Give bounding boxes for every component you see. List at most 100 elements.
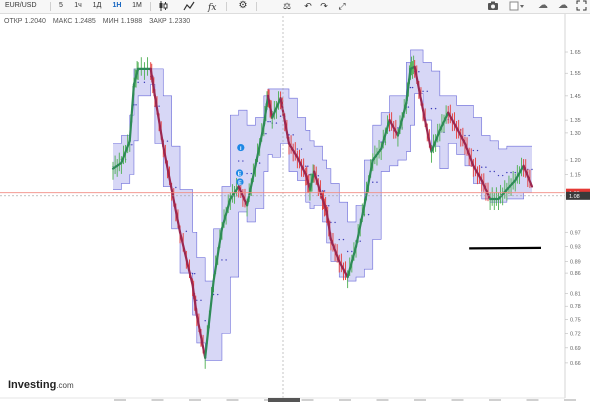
line-chart-icon[interactable] [182,0,196,13]
toolbar-divider [50,2,51,11]
midline-dot [194,272,196,275]
midline-dot [200,299,202,302]
midline-dot [464,134,466,137]
expand-icon[interactable]: ⤢ [336,0,348,13]
y-tick-label: 0.86 [570,271,581,277]
y-tick-label: 0.89 [570,259,581,265]
logo-suffix: .com [56,381,74,390]
price-chart[interactable]: iEE1.651.551.451.351.301.201.151.091.080… [0,14,590,402]
x-tick-label-placeholder [151,399,164,401]
crosshair-time-tag [268,398,300,402]
midline-dot [493,170,495,173]
midline-dot [481,166,483,168]
color-icon[interactable] [508,0,526,13]
midline-dot [411,86,414,89]
midline-dot [342,238,345,241]
midline-dot [305,165,307,167]
event-marker-label: E [238,180,242,186]
y-tick-label: 0.78 [570,304,581,310]
midline-dot [246,172,248,175]
midline-dot [300,148,303,150]
midline-dot [196,299,198,302]
midline-dot [292,134,294,136]
y-tick-label: 0.72 [570,331,581,337]
midline-dot [497,174,500,177]
midline-dot [317,175,320,177]
midline-dot [489,170,491,173]
camera-icon[interactable] [486,0,500,13]
midline-dot [250,172,252,175]
x-tick-label-placeholder [339,399,351,401]
midline-dot [191,272,194,275]
midline-dot [334,221,336,224]
toolbar-divider [256,2,257,11]
svg-text:fx: fx [207,3,216,12]
midline-dot [510,171,512,174]
midline-dot [225,259,227,261]
interval-1h-button[interactable]: 1ч [70,0,86,13]
y-tick-label: 1.35 [570,118,581,124]
y-tick-label: 0.93 [570,245,581,251]
x-tick-label-placeholder [114,399,126,401]
y-tick-label: 0.69 [570,346,581,352]
candles-icon[interactable] [156,0,170,13]
y-tick-label: 0.81 [570,291,581,297]
x-tick-label-placeholder [564,399,576,401]
y-tick-label: 0.66 [570,361,581,367]
midline-dot [309,174,311,176]
midline-dot [501,174,504,177]
midline-dot [407,106,410,108]
annotation-line [469,246,542,250]
y-tick-label: 1.55 [570,71,581,77]
event-marker-label: E [238,171,242,177]
symbol-selector[interactable]: EUR/USD [3,0,49,13]
scales-icon[interactable]: ⚖ [280,0,294,13]
midline-dot [131,144,133,146]
x-tick-label-placeholder [226,399,239,401]
midline-dot [242,160,244,162]
logo-text: Investing [8,379,57,391]
cloud-save-icon[interactable]: ☁ [536,0,550,13]
interval-1d-button[interactable]: 1Д [88,0,106,13]
midline-dot [321,190,324,192]
cloud-load-icon[interactable]: ☁ [556,0,570,13]
x-tick-label-placeholder [489,399,501,401]
toolbar-divider [226,2,227,11]
midline-dot [279,115,282,117]
midline-dot [422,90,424,92]
midline-dot [323,190,326,192]
y-tick-label: 1.08 [569,194,580,200]
interval-1w-button[interactable]: 1Н [108,0,126,13]
midline-dot [175,186,177,189]
midline-dot [351,250,353,253]
y-tick-label: 0.97 [570,230,581,236]
y-tick-label: 1.65 [570,50,581,56]
midline-dot [430,107,433,110]
x-tick-label-placeholder [451,399,464,401]
midline-dot [409,86,412,89]
undo-icon[interactable]: ↶ [302,0,314,13]
interval-5-button[interactable]: 5 [54,0,68,13]
interval-1m-button[interactable]: 1М [128,0,146,13]
midline-dot [258,162,261,164]
midline-dot [418,71,420,73]
x-tick-label-placeholder [376,399,389,401]
x-tick-label-placeholder [414,399,426,401]
midline-dot [338,238,340,241]
midline-dot [376,181,378,183]
midline-dot [330,221,332,224]
midline-dot [514,171,516,174]
x-tick-label-placeholder [189,399,201,401]
midline-dot [267,120,269,123]
x-tick-label-placeholder [526,399,539,401]
midline-dot [269,120,271,123]
indicators-icon[interactable]: fx [206,0,220,13]
midline-dot [185,230,188,233]
fullscreen-icon[interactable] [574,0,588,13]
midline-dot [434,107,437,110]
midline-dot [307,165,309,167]
gear-icon[interactable]: ⚙ [236,0,250,13]
midline-dot [359,240,361,242]
redo-icon[interactable]: ↷ [318,0,330,13]
investing-logo: Investing.com [8,379,74,391]
